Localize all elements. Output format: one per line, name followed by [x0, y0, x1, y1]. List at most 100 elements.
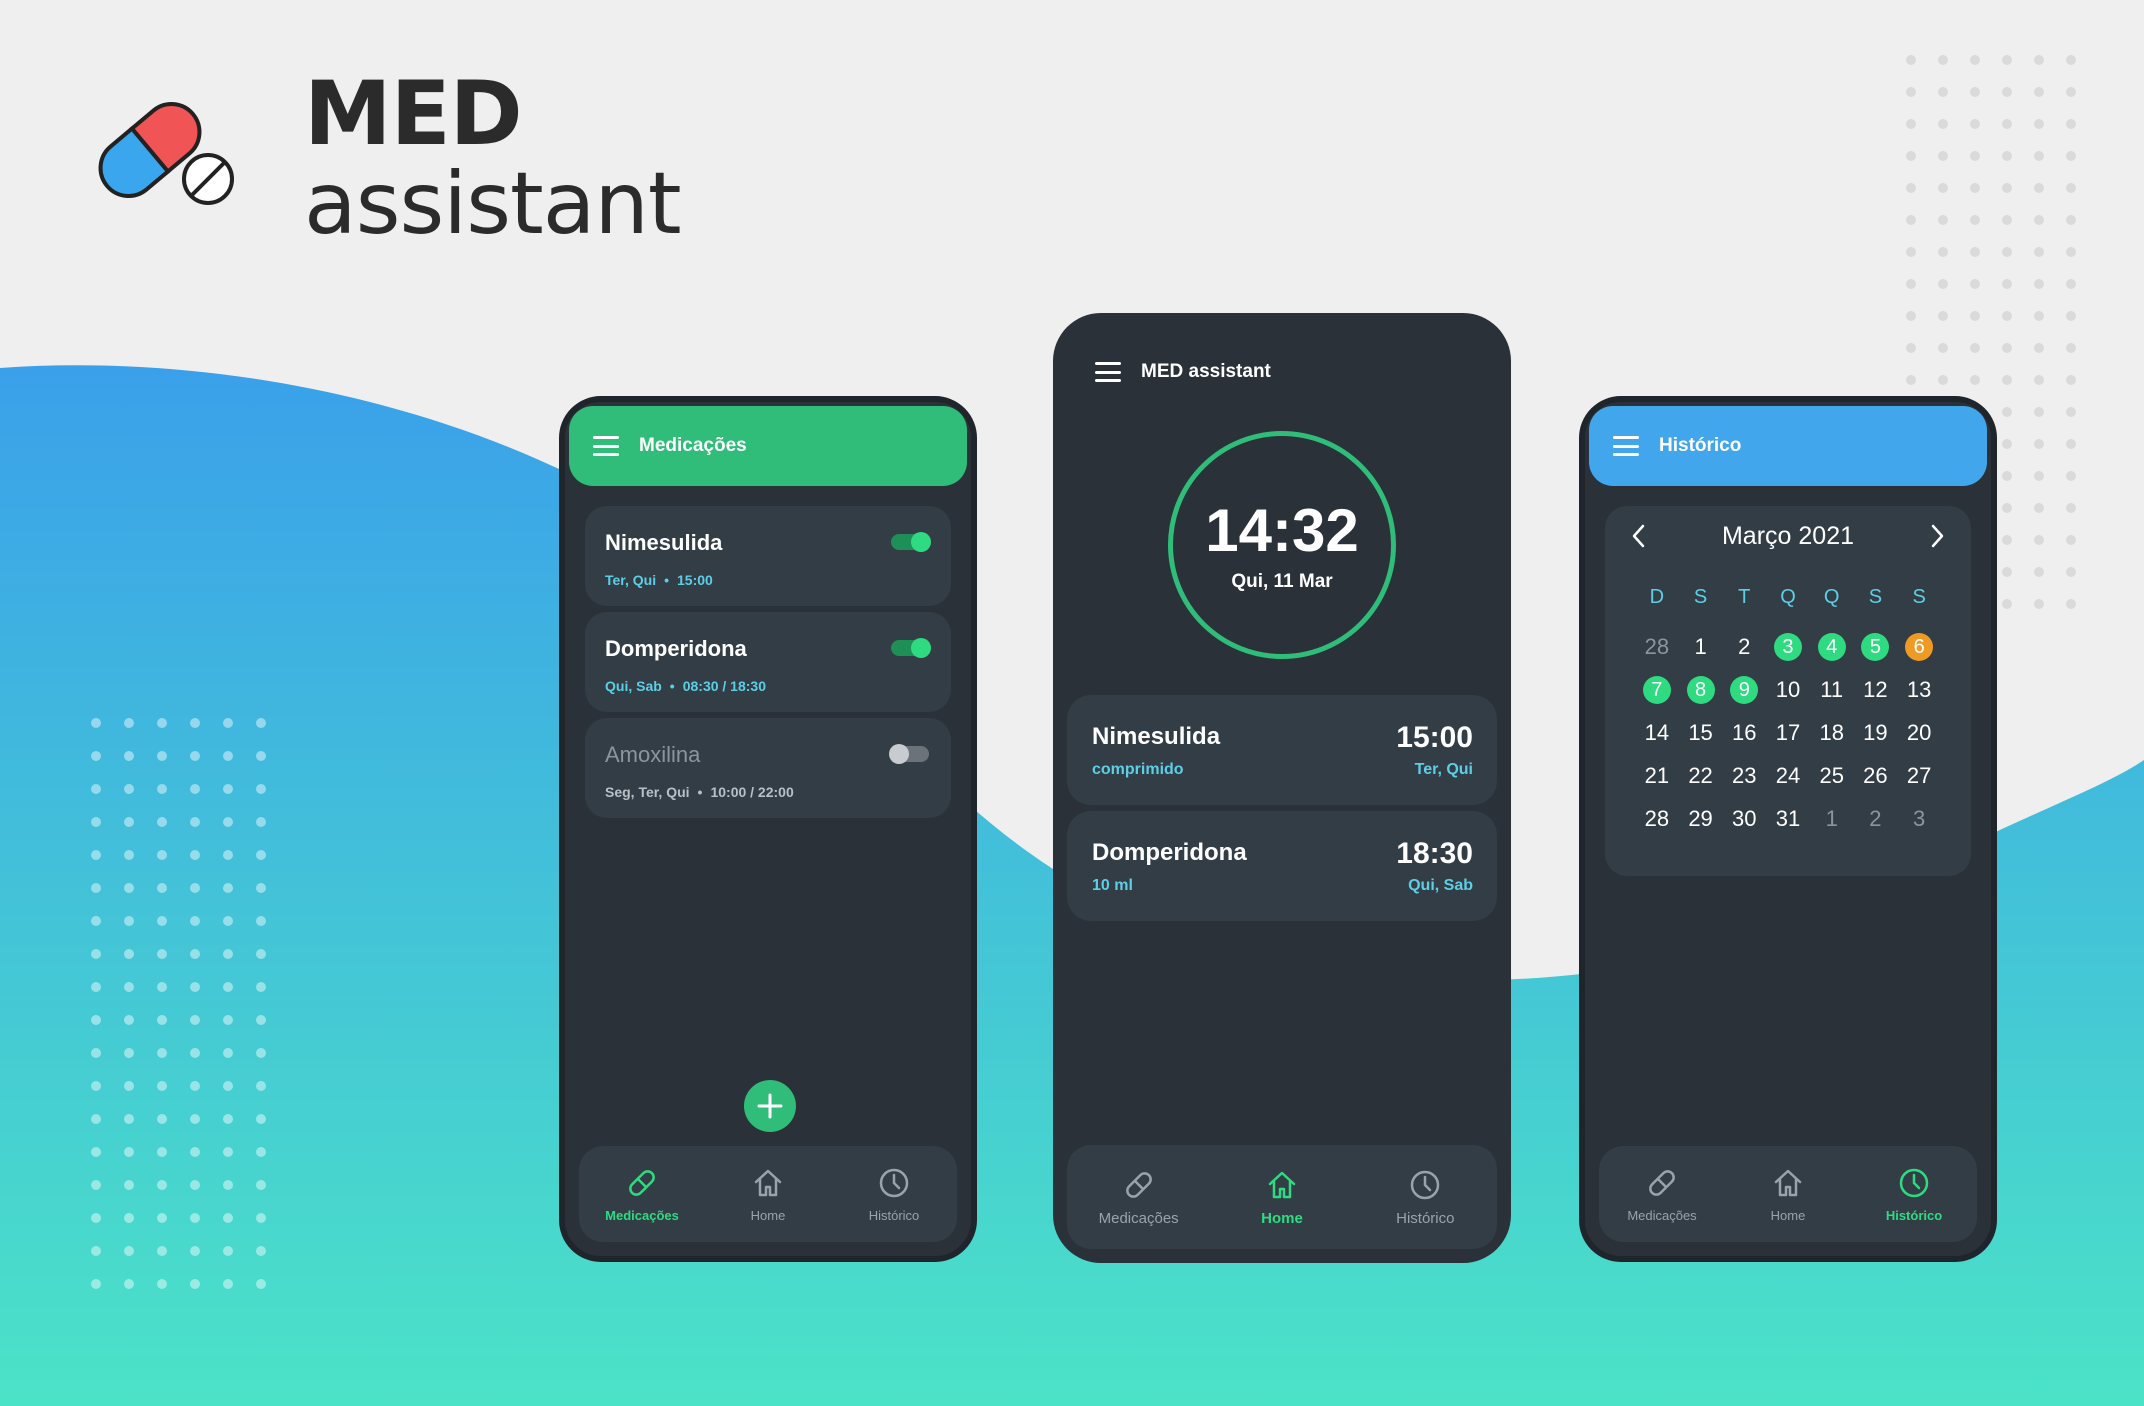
weekday-label: D	[1649, 586, 1665, 608]
add-medication-button[interactable]	[744, 1080, 796, 1132]
clock-date: Qui, 11 Mar	[1231, 571, 1333, 592]
day-marker-taken: 3	[1773, 633, 1802, 661]
toggle-knob	[889, 744, 909, 764]
bottom-nav: Medicações Home Histórico	[1599, 1146, 1977, 1242]
calendar-day[interactable]: 5	[1854, 630, 1898, 664]
nav-label: Medicações	[1098, 1209, 1179, 1227]
calendar-day[interactable]: 7	[1635, 673, 1679, 707]
decorative-dot	[223, 1279, 233, 1289]
calendar-day[interactable]: 18	[1810, 716, 1854, 750]
medication-toggle[interactable]	[889, 744, 929, 764]
calendar-day[interactable]: 20	[1897, 716, 1941, 750]
calendar-day[interactable]: 3	[1766, 630, 1810, 664]
decorative-dot	[2002, 215, 2012, 225]
calendar-day[interactable]: 6	[1897, 630, 1941, 664]
decorative-dot	[2002, 343, 2012, 353]
nav-item-historico[interactable]: Histórico	[1370, 1168, 1480, 1227]
chevron-left-icon[interactable]	[1627, 522, 1651, 550]
calendar-day[interactable]: 4	[1810, 630, 1854, 664]
hamburger-icon[interactable]	[1613, 436, 1639, 456]
decorative-dot	[1938, 119, 1948, 129]
nav-item-home[interactable]: Home	[1227, 1168, 1337, 1227]
medication-toggle[interactable]	[891, 532, 931, 552]
calendar-day[interactable]: 16	[1722, 716, 1766, 750]
decorative-dot	[1938, 183, 1948, 193]
decorative-dot	[2034, 471, 2044, 481]
decorative-dot	[2034, 279, 2044, 289]
calendar-day[interactable]: 8	[1679, 673, 1723, 707]
page-title: MED assistant	[1141, 361, 1271, 382]
calendar-day[interactable]: 1	[1810, 802, 1854, 836]
decorative-dot	[223, 982, 233, 992]
hamburger-icon[interactable]	[1095, 362, 1121, 382]
calendar-day[interactable]: 23	[1722, 759, 1766, 793]
calendar-day[interactable]: 2	[1722, 630, 1766, 664]
calendar-day[interactable]: 9	[1722, 673, 1766, 707]
calendar-day[interactable]: 28	[1635, 630, 1679, 664]
hamburger-icon[interactable]	[593, 436, 619, 456]
decorative-dot	[223, 1180, 233, 1190]
calendar-day[interactable]: 10	[1766, 673, 1810, 707]
medication-card[interactable]: Amoxilina Seg, Ter, Qui • 10:00 / 22:00	[585, 718, 951, 818]
nav-item-home[interactable]: Home	[1733, 1166, 1843, 1223]
nav-item-historico[interactable]: Histórico	[1859, 1166, 1969, 1223]
decorative-dot	[2002, 471, 2012, 481]
decorative-dot	[124, 784, 134, 794]
dose-card[interactable]: Domperidona 10 ml 18:30 Qui, Sab	[1067, 811, 1497, 921]
dose-form: comprimido	[1092, 761, 1184, 778]
calendar-day[interactable]: 25	[1810, 759, 1854, 793]
dose-card[interactable]: Nimesulida comprimido 15:00 Ter, Qui	[1067, 695, 1497, 805]
calendar-day[interactable]: 28	[1635, 802, 1679, 836]
calendar-day[interactable]: 2	[1854, 802, 1898, 836]
calendar-day[interactable]: 24	[1766, 759, 1810, 793]
nav-item-medicacoes[interactable]: Medicações	[1607, 1166, 1717, 1223]
medication-name: Domperidona	[605, 636, 747, 661]
medication-toggle[interactable]	[891, 638, 931, 658]
calendar-day[interactable]: 14	[1635, 716, 1679, 750]
calendar-day[interactable]: 15	[1679, 716, 1723, 750]
medication-card[interactable]: Nimesulida Ter, Qui • 15:00	[585, 506, 951, 606]
decorative-dot	[124, 949, 134, 959]
calendar-day[interactable]: 12	[1854, 673, 1898, 707]
calendar-day[interactable]: 27	[1897, 759, 1941, 793]
chevron-right-icon[interactable]	[1925, 522, 1949, 550]
calendar-day[interactable]: 17	[1766, 716, 1810, 750]
calendar-day[interactable]: 29	[1679, 802, 1723, 836]
nav-item-medicacoes[interactable]: Medicações	[1084, 1168, 1194, 1227]
calendar-day[interactable]: 22	[1679, 759, 1723, 793]
calendar-day[interactable]: 21	[1635, 759, 1679, 793]
calendar-month: Março 2021	[1721, 521, 1855, 550]
calendar-day[interactable]: 11	[1810, 673, 1854, 707]
calendar-day[interactable]: 31	[1766, 802, 1810, 836]
calendar-day[interactable]: 1	[1679, 630, 1723, 664]
decorative-dot	[91, 784, 101, 794]
medication-days: Qui, Sab	[605, 678, 662, 694]
decorative-dot	[2034, 439, 2044, 449]
decorative-dot	[190, 850, 200, 860]
calendar-day[interactable]: 19	[1854, 716, 1898, 750]
decorative-dot	[223, 1147, 233, 1157]
decorative-dot	[2002, 599, 2012, 609]
decorative-dot	[1906, 279, 1916, 289]
decorative-dot	[157, 916, 167, 926]
app-bar: Histórico	[1589, 406, 1987, 486]
decorative-dot	[2066, 183, 2076, 193]
calendar-day[interactable]: 26	[1854, 759, 1898, 793]
decorative-dot	[2002, 407, 2012, 417]
calendar-day[interactable]: 30	[1722, 802, 1766, 836]
dose-time: 15:00	[1396, 721, 1473, 754]
decorative-dot	[1970, 247, 1980, 257]
decorative-dot	[1906, 375, 1916, 385]
calendar-day[interactable]: 13	[1897, 673, 1941, 707]
decorative-dot	[223, 883, 233, 893]
decorative-dot	[124, 1213, 134, 1223]
decorative-dot	[2002, 311, 2012, 321]
nav-item-medicacoes[interactable]: Medicações	[587, 1166, 697, 1223]
decorative-dot	[157, 949, 167, 959]
nav-item-historico[interactable]: Histórico	[839, 1166, 949, 1223]
calendar-day[interactable]: 3	[1897, 802, 1941, 836]
decorative-dot	[91, 817, 101, 827]
medication-card[interactable]: Domperidona Qui, Sab • 08:30 / 18:30	[585, 612, 951, 712]
nav-item-home[interactable]: Home	[713, 1166, 823, 1223]
decorative-dot	[2034, 247, 2044, 257]
